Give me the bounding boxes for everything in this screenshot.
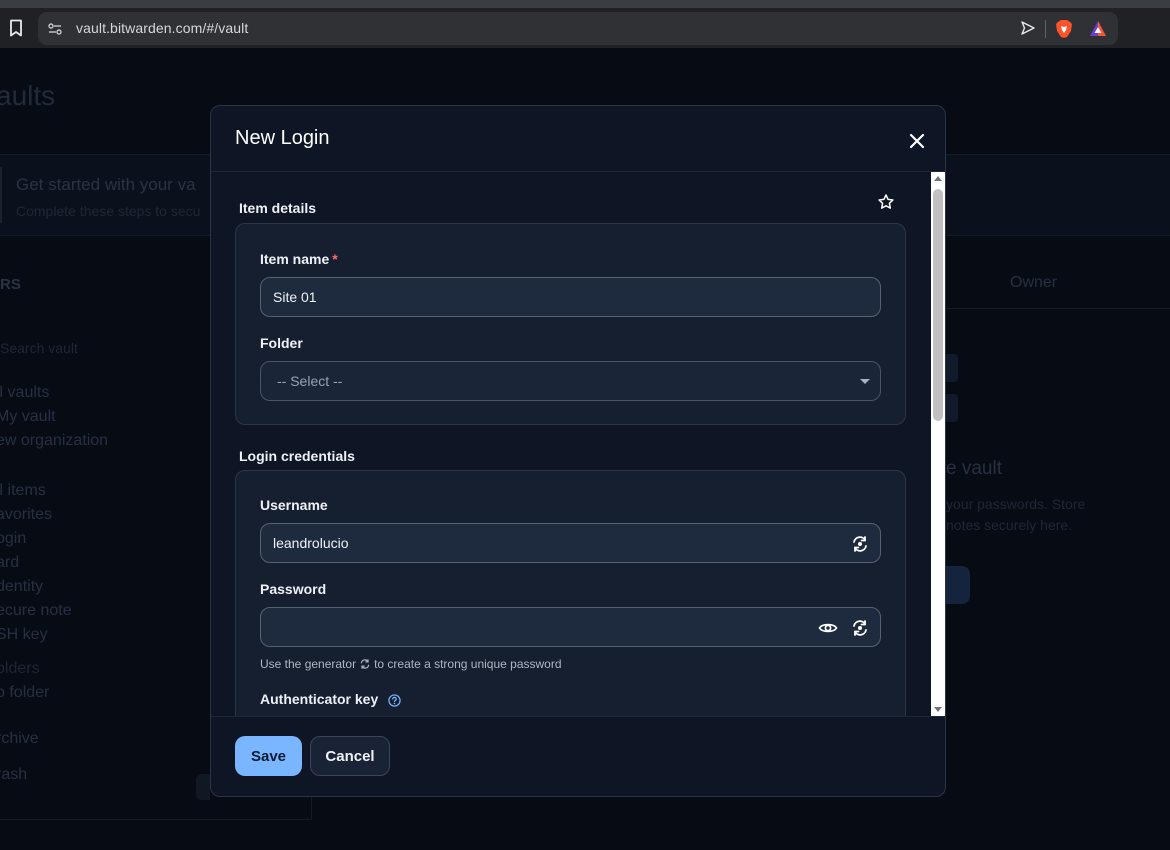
hint-text-after: to create a strong unique password — [374, 657, 562, 671]
close-icon[interactable] — [904, 128, 930, 154]
filter-ssh-key: SH key — [0, 626, 48, 643]
archive-badge — [196, 774, 210, 800]
filter-login: ogin — [0, 530, 27, 547]
send-icon[interactable] — [1020, 20, 1036, 36]
folder-selected-value[interactable]: -- Select -- — [277, 373, 342, 389]
banner-accent — [0, 167, 2, 223]
filter-new-organization: ew organization — [0, 432, 109, 449]
item-name-label: Item name * — [260, 251, 338, 267]
login-credentials-card: Username leandrolucio Password Use the g… — [235, 470, 906, 716]
banner-subtitle: Complete these steps to secu — [16, 203, 201, 219]
password-hint: Use the generator to create a strong uni… — [260, 657, 562, 671]
hint-text-before: Use the generator — [260, 657, 357, 671]
generate-username-icon[interactable] — [850, 534, 870, 554]
search-vault-input: Search vault — [0, 340, 78, 356]
filter-secure-note: ecure note — [0, 602, 72, 619]
page-title: aults — [0, 80, 56, 111]
chevron-down-icon[interactable] — [860, 379, 870, 384]
generate-password-icon[interactable] — [850, 618, 870, 638]
filter-all-vaults: ll vaults — [0, 384, 50, 401]
filter-my-vault: My vault — [0, 408, 56, 425]
window-top-strip — [0, 0, 1170, 8]
folder-select[interactable]: -- Select -- — [260, 361, 881, 401]
empty-state-illustration — [946, 354, 958, 382]
username-label: Username — [260, 497, 328, 513]
filter-card: ard — [0, 554, 20, 571]
save-button[interactable]: Save — [235, 736, 302, 776]
item-details-card: Item name * Site 01 Folder -- Select -- — [235, 223, 906, 425]
dialog-footer: Save Cancel — [211, 716, 945, 796]
filter-all-items: ll items — [0, 482, 46, 499]
brave-rewards-icon[interactable] — [1088, 19, 1108, 39]
filter-favorites: avorites — [0, 506, 53, 523]
dialog-title: New Login — [235, 127, 330, 149]
table-header-divider — [946, 308, 1170, 309]
scroll-down-arrow[interactable] — [934, 707, 942, 712]
url-text[interactable]: vault.bitwarden.com/#/vault — [76, 20, 248, 36]
password-label: Password — [260, 581, 327, 597]
empty-state-button — [946, 566, 970, 604]
item-name-value[interactable]: Site 01 — [273, 289, 317, 305]
scroll-up-arrow[interactable] — [934, 176, 942, 181]
empty-state-line-1: your passwords. Store — [946, 496, 1086, 512]
required-marker: * — [332, 251, 338, 267]
cancel-button[interactable]: Cancel — [310, 736, 390, 776]
item-name-input[interactable]: Site 01 — [260, 277, 881, 317]
scroll-thumb[interactable] — [933, 189, 943, 421]
browser-toolbar: vault.bitwarden.com/#/vault — [0, 8, 1170, 48]
password-input[interactable] — [260, 607, 881, 647]
brave-shield-icon[interactable] — [1055, 19, 1073, 39]
filter-trash: rash — [0, 766, 28, 783]
owner-column-header: Owner — [1010, 274, 1058, 291]
filter-archive: rchive — [0, 730, 39, 747]
empty-state-title: e vault — [946, 458, 1002, 479]
folders-heading: olders — [0, 660, 40, 677]
item-name-label-text: Item name — [260, 251, 330, 267]
eye-icon[interactable] — [818, 618, 838, 638]
dialog-header: New Login — [211, 106, 945, 172]
filter-no-folder: o folder — [0, 684, 50, 701]
folder-label: Folder — [260, 335, 303, 351]
address-bar-divider — [1045, 20, 1046, 38]
bookmark-icon[interactable] — [6, 17, 26, 39]
filters-heading: RS — [0, 276, 21, 293]
item-details-heading: Item details — [239, 200, 317, 216]
login-credentials-heading: Login credentials — [239, 448, 355, 464]
username-input[interactable]: leandrolucio — [260, 523, 881, 563]
address-bar[interactable]: vault.bitwarden.com/#/vault — [38, 12, 1118, 45]
empty-state-line-2: notes securely here. — [946, 517, 1073, 533]
authenticator-key-label: Authenticator key — [260, 691, 401, 707]
star-icon[interactable] — [877, 193, 895, 211]
generate-icon — [360, 659, 370, 669]
dialog-scrollbar[interactable] — [931, 172, 945, 716]
filter-identity: dentity — [0, 578, 44, 595]
authenticator-key-label-text: Authenticator key — [260, 691, 379, 707]
dialog-body[interactable]: Item details Item name * Site 01 Folder -… — [211, 172, 931, 716]
username-value[interactable]: leandrolucio — [273, 535, 349, 551]
empty-state-text: your passwords. Store notes securely her… — [946, 494, 1085, 536]
new-login-dialog: New Login Item details Item name * Site 0… — [210, 105, 946, 797]
empty-state-illustration-lower — [946, 394, 958, 422]
site-info-icon[interactable] — [46, 20, 64, 38]
help-icon[interactable] — [388, 694, 401, 707]
banner-title: Get started with your va — [16, 175, 196, 194]
